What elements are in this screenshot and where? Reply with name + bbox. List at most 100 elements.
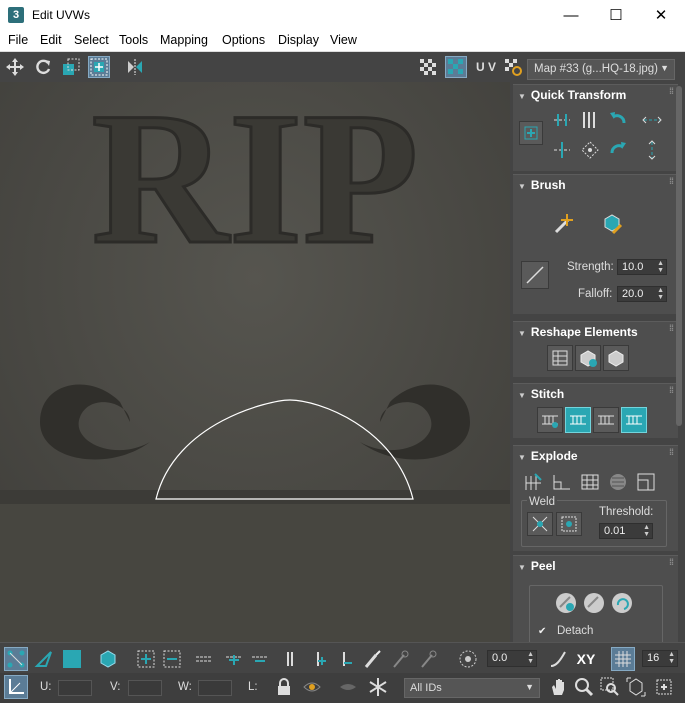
align-diamond-icon[interactable]: [577, 137, 603, 163]
quick-peel-icon[interactable]: [553, 590, 579, 616]
explode-to-polygon-icon[interactable]: [549, 469, 575, 495]
detach-checkbox[interactable]: ✔: [538, 626, 546, 637]
menu-view[interactable]: View: [330, 33, 357, 47]
zoom-selected-icon[interactable]: [652, 675, 676, 699]
relax-icon[interactable]: [575, 345, 601, 371]
material-id-filter-dropdown[interactable]: All IDs ▼: [404, 678, 540, 698]
scale-icon[interactable]: [60, 56, 82, 78]
straighten-selection-icon[interactable]: [547, 345, 573, 371]
explode-by-material-icon[interactable]: [605, 469, 631, 495]
element-mode-icon[interactable]: [96, 647, 120, 671]
xy-space-button[interactable]: XY: [572, 647, 600, 671]
rollout-header[interactable]: ▼ Peel ⁞⁞: [513, 556, 678, 576]
menu-file[interactable]: File: [8, 33, 28, 47]
reset-peel-icon[interactable]: [609, 590, 635, 616]
loop-grow-icon[interactable]: [222, 647, 246, 671]
polygon-mode-icon[interactable]: [60, 647, 84, 671]
explode-to-elements-icon[interactable]: [633, 469, 659, 495]
soft-selection-icon[interactable]: [456, 647, 480, 671]
hide-icon[interactable]: [300, 675, 324, 699]
loop-select-icon[interactable]: [192, 647, 216, 671]
ring-shrink-icon[interactable]: [334, 647, 358, 671]
checker-pattern-icon[interactable]: [417, 56, 439, 78]
u-field[interactable]: [58, 680, 92, 696]
rollout-header[interactable]: ▼ Stitch ⁞⁞: [513, 384, 678, 404]
ring-grow-icon[interactable]: [308, 647, 332, 671]
mirror-icon[interactable]: [124, 56, 146, 78]
vertex-mode-icon[interactable]: [4, 647, 28, 671]
falloff-spinner[interactable]: 20.0 ▲ ▼: [617, 286, 667, 302]
eye-icon[interactable]: [336, 675, 360, 699]
stitch-custom-icon[interactable]: [537, 407, 563, 433]
edge-mode-icon[interactable]: [32, 647, 56, 671]
map-select-dropdown[interactable]: Map #33 (g...HQ-18.jpg) ▼: [527, 59, 675, 80]
grow-selection-icon[interactable]: [134, 647, 158, 671]
pan-icon[interactable]: [546, 675, 570, 699]
absolute-offset-icon[interactable]: [4, 675, 28, 699]
relax-brush-icon[interactable]: [599, 211, 625, 237]
stitch-to-average-icon[interactable]: [593, 407, 619, 433]
menu-select[interactable]: Select: [74, 33, 109, 47]
set-pivot-icon[interactable]: [519, 121, 543, 145]
zoom-region-icon[interactable]: [598, 675, 622, 699]
rotate-ccw-icon[interactable]: [605, 107, 631, 133]
strength-spinner[interactable]: 10.0 ▲ ▼: [617, 259, 667, 275]
align-horizontal-icon[interactable]: [549, 107, 575, 133]
rollout-header[interactable]: ▼ Reshape Elements ⁞⁞: [513, 322, 678, 342]
spinner-arrows-icon[interactable]: ▲ ▼: [668, 651, 675, 665]
rotation-angle-spinner[interactable]: 0.0 ▲ ▼: [487, 650, 537, 667]
spinner-arrows-icon[interactable]: ▲ ▼: [643, 524, 650, 538]
uv-mode-label[interactable]: U V: [473, 56, 499, 78]
paint-select-icon[interactable]: [360, 647, 384, 671]
peel-mode-icon[interactable]: [581, 590, 607, 616]
stitch-to-source-icon[interactable]: [621, 407, 647, 433]
paint-move-icon[interactable]: [551, 211, 577, 237]
weld-selected-icon[interactable]: [527, 512, 553, 536]
threshold-spinner[interactable]: 0.01 ▲ ▼: [599, 523, 653, 539]
rotate-icon[interactable]: [32, 56, 54, 78]
zoom-icon[interactable]: [572, 675, 596, 699]
shell-icon[interactable]: [603, 345, 629, 371]
freeze-icon[interactable]: [366, 675, 390, 699]
space-vertical-icon[interactable]: [639, 137, 665, 163]
falloff-curve-icon[interactable]: [546, 647, 570, 671]
rollout-header[interactable]: ▼ Explode ⁞⁞: [513, 446, 678, 466]
spinner-arrows-icon[interactable]: ▲ ▼: [527, 651, 534, 665]
menu-tools[interactable]: Tools: [119, 33, 148, 47]
lock-icon[interactable]: [272, 675, 296, 699]
align-vertical-icon[interactable]: [577, 107, 603, 133]
w-field[interactable]: [198, 680, 232, 696]
loop-shrink-icon[interactable]: [248, 647, 272, 671]
paint-shrink-icon[interactable]: [416, 647, 440, 671]
align-to-edge-icon[interactable]: [549, 137, 575, 163]
menu-display[interactable]: Display: [278, 33, 319, 47]
show-map-icon[interactable]: [445, 56, 467, 78]
menu-mapping[interactable]: Mapping: [160, 33, 208, 47]
grid-snap-icon[interactable]: [611, 647, 635, 671]
space-horizontal-icon[interactable]: [639, 107, 665, 133]
break-icon[interactable]: [521, 469, 547, 495]
panel-scrollbar[interactable]: [676, 86, 682, 426]
rollout-header[interactable]: ▼ Brush ⁞⁞: [513, 175, 678, 195]
map-settings-icon[interactable]: [502, 56, 524, 78]
uv-editor-viewport[interactable]: RIP: [0, 82, 510, 642]
brush-falloff-icon[interactable]: [521, 261, 549, 289]
spinner-arrows-icon[interactable]: ▲ ▼: [657, 287, 664, 301]
grid-size-spinner[interactable]: 16 ▲ ▼: [642, 650, 678, 667]
paint-grow-icon[interactable]: [388, 647, 412, 671]
spinner-arrows-icon[interactable]: ▲ ▼: [657, 260, 664, 274]
v-field[interactable]: [128, 680, 162, 696]
minimize-button[interactable]: —: [548, 0, 594, 30]
move-icon[interactable]: [4, 56, 26, 78]
close-button[interactable]: ✕: [638, 0, 684, 30]
explode-by-smoothing-icon[interactable]: [577, 469, 603, 495]
maximize-button[interactable]: ☐: [593, 0, 639, 30]
freeform-mode-icon[interactable]: [88, 56, 110, 78]
rotate-cw-icon[interactable]: [605, 137, 631, 163]
menu-options[interactable]: Options: [222, 33, 265, 47]
stitch-to-target-icon[interactable]: [565, 407, 591, 433]
shrink-selection-icon[interactable]: [160, 647, 184, 671]
rollout-header[interactable]: ▼ Quick Transform ⁞⁞: [513, 85, 678, 105]
zoom-extents-icon[interactable]: [624, 675, 648, 699]
menu-edit[interactable]: Edit: [40, 33, 62, 47]
